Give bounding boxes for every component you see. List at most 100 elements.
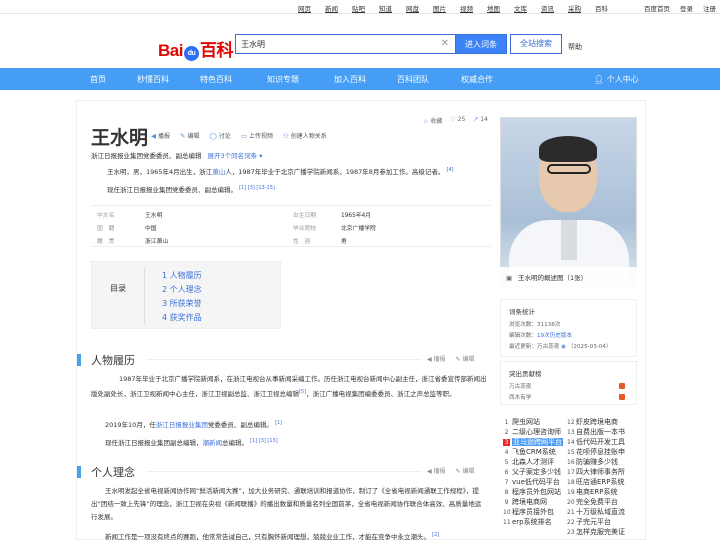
top-link[interactable]: 新闻 (325, 3, 338, 13)
ad-link[interactable]: 23怎样克服完美证 (567, 527, 625, 537)
link-zjrb-group[interactable]: 浙江日报报业集团 (156, 421, 208, 429)
nav-item-home[interactable]: 首页 (90, 74, 106, 85)
contributor[interactable]: 万古蕊夜 (509, 382, 531, 390)
view-count: 浏览次数：31138次 (509, 322, 561, 328)
info-key: 性 别 (293, 239, 311, 245)
ad-link[interactable]: 14低代码开发工具 (567, 437, 625, 447)
career-paragraph-2: 2019年10月，任浙江日报报业集团党委委员、副总编辑。 [1] (105, 420, 282, 429)
nav-item-miaodong[interactable]: 秒懂百科 (137, 74, 169, 85)
top-link[interactable]: 资讯 (541, 3, 554, 13)
citation[interactable]: [1] [3] [13-15] (239, 185, 275, 191)
top-link[interactable]: 知道 (379, 3, 392, 13)
favorite-button[interactable]: ☆ 收藏 (423, 116, 442, 125)
top-link[interactable]: 网页 (298, 3, 311, 13)
ad-link[interactable]: 13自费出版一本书 (567, 427, 625, 437)
ad-link[interactable]: 2 二级心理咨询师 (503, 427, 561, 437)
ad-link[interactable]: 20完全免费平台 (567, 497, 618, 507)
nav-item-team[interactable]: 百科团队 (397, 74, 429, 85)
citation[interactable]: [1] [3] [13] (250, 438, 278, 444)
ad-link[interactable]: 10程序员接外包 (503, 507, 554, 517)
top-link[interactable]: 视频 (460, 3, 473, 13)
login-link[interactable]: 登录 (680, 3, 693, 13)
link-chao-news[interactable]: 潮新闻 (203, 439, 223, 447)
ad-link[interactable]: 19电商ERP系统 (567, 487, 618, 497)
help-link[interactable]: 帮助 (568, 42, 582, 52)
info-value-link[interactable]: 中国 (145, 223, 157, 232)
ad-link-text: 自费出版一本书 (576, 428, 625, 436)
top-link[interactable]: 图片 (433, 3, 446, 13)
user-badge-icon: ◉ (561, 344, 567, 350)
ad-link[interactable]: 3 亚马逊跨网平台 (503, 437, 563, 447)
contributor[interactable]: 西木有学 (509, 393, 531, 401)
ad-link-text: erp系统排名 (512, 518, 552, 526)
link-xiaoshan[interactable]: 萧山 (212, 168, 225, 176)
baike-logo[interactable]: Bai du 百科 (158, 36, 233, 61)
like-button[interactable]: ♡ 25 (450, 116, 465, 125)
user-center-link[interactable]: 👤︎ 个人中心 (594, 74, 639, 85)
edit-button[interactable]: ✎ 编辑 (180, 131, 199, 141)
ad-link[interactable]: 12虾皮跨境电商 (567, 417, 618, 427)
section-broadcast-button[interactable]: ◀︎ 播报 (427, 466, 446, 475)
top-link[interactable]: 文库 (514, 3, 527, 13)
ad-link[interactable]: 5 北森人才测评 (503, 457, 554, 467)
share-icon: ↗ (473, 116, 479, 123)
ad-link-text: 电商ERP系统 (576, 488, 618, 496)
share-button[interactable]: ↗ 14 (473, 116, 488, 125)
section-broadcast-button[interactable]: ◀︎ 播报 (427, 354, 446, 363)
ad-rank: 1 (504, 419, 509, 426)
broadcast-button[interactable]: ◀︎ 播报 (151, 131, 170, 141)
history-link[interactable]: 19次历史版本 (537, 333, 572, 339)
ad-rank: 23 (567, 529, 575, 536)
ad-link[interactable]: 4 飞鱼CRM系统 (503, 447, 556, 457)
citation[interactable]: [4] (447, 167, 454, 173)
citation[interactable]: [2] (432, 532, 439, 538)
nav-item-join[interactable]: 加入百科 (334, 74, 366, 85)
discuss-button[interactable]: ◯ 讨论 (209, 131, 230, 141)
toc-item[interactable]: 2 个人理念 (162, 284, 202, 295)
photo-caption[interactable]: ▣ 王水明的概述图（1张） (500, 267, 637, 289)
ad-link[interactable]: 9 跨境电商网 (503, 497, 547, 507)
section-edit-button[interactable]: ✎ 编辑 (456, 354, 475, 363)
ad-link[interactable]: 22子完元平台 (567, 517, 611, 527)
nav-item-topics[interactable]: 知识专题 (267, 74, 299, 85)
top-link[interactable]: 采购 (568, 3, 581, 13)
info-key: 出生日期 (293, 213, 317, 219)
ad-link[interactable]: 11erp系统排名 (503, 517, 552, 527)
ad-link[interactable]: 16防骗赚多少钱 (567, 457, 618, 467)
ad-rank: 19 (567, 489, 575, 496)
section-edit-button[interactable]: ✎ 编辑 (456, 466, 475, 475)
ad-link[interactable]: 6 父子案定多少钱 (503, 467, 561, 477)
clear-icon[interactable]: ✕ (441, 38, 449, 49)
nav-item-cooperation[interactable]: 权威合作 (461, 74, 493, 85)
toc-item[interactable]: 3 所获荣誉 (162, 298, 202, 309)
portrait-photo[interactable] (500, 117, 637, 289)
register-link[interactable]: 注册 (703, 3, 716, 13)
site-search-button[interactable]: 全站搜索 (510, 34, 562, 54)
ad-link[interactable]: 1 爬虫网站 (503, 417, 540, 427)
ad-link[interactable]: 18旺店通ERP系统 (567, 477, 625, 487)
ad-link[interactable]: 17四大律师事务所 (567, 467, 625, 477)
toc-item[interactable]: 4 获奖作品 (162, 312, 202, 323)
ad-link[interactable]: 21十万级私域直流 (567, 507, 625, 517)
same-name-link[interactable]: 展开3个同名词条 ▾ (208, 152, 263, 160)
citation[interactable]: [1] (275, 420, 282, 426)
enter-entry-button[interactable]: 进入词条 (455, 34, 507, 54)
info-value: 男 (341, 239, 347, 245)
ad-link[interactable]: 7 vue低代码平台 (503, 477, 560, 487)
ad-rank: 3 (503, 439, 510, 446)
toc-item[interactable]: 1 人物履历 (162, 270, 202, 281)
ad-link[interactable]: 15花呗停息挂账申 (567, 447, 625, 457)
search-input[interactable]: 王水明 ✕ (235, 34, 455, 54)
baidu-home-link[interactable]: 百度首页 (644, 3, 670, 13)
top-link[interactable]: 网盘 (406, 3, 419, 13)
nav-item-featured[interactable]: 特色百科 (200, 74, 232, 85)
ad-rank: 13 (567, 429, 575, 436)
ad-link[interactable]: 8 程序员外包网站 (503, 487, 561, 497)
info-value: 北京广播学院 (341, 226, 376, 232)
top-link[interactable]: 地图 (487, 3, 500, 13)
logo-text: Bai (158, 41, 183, 60)
top-link[interactable]: 贴吧 (352, 3, 365, 13)
upload-video-button[interactable]: ▭ 上传视频 (241, 131, 273, 141)
ad-rank: 4 (504, 449, 509, 456)
create-relation-button[interactable]: ⚇ 创建人物关系 (283, 131, 327, 141)
